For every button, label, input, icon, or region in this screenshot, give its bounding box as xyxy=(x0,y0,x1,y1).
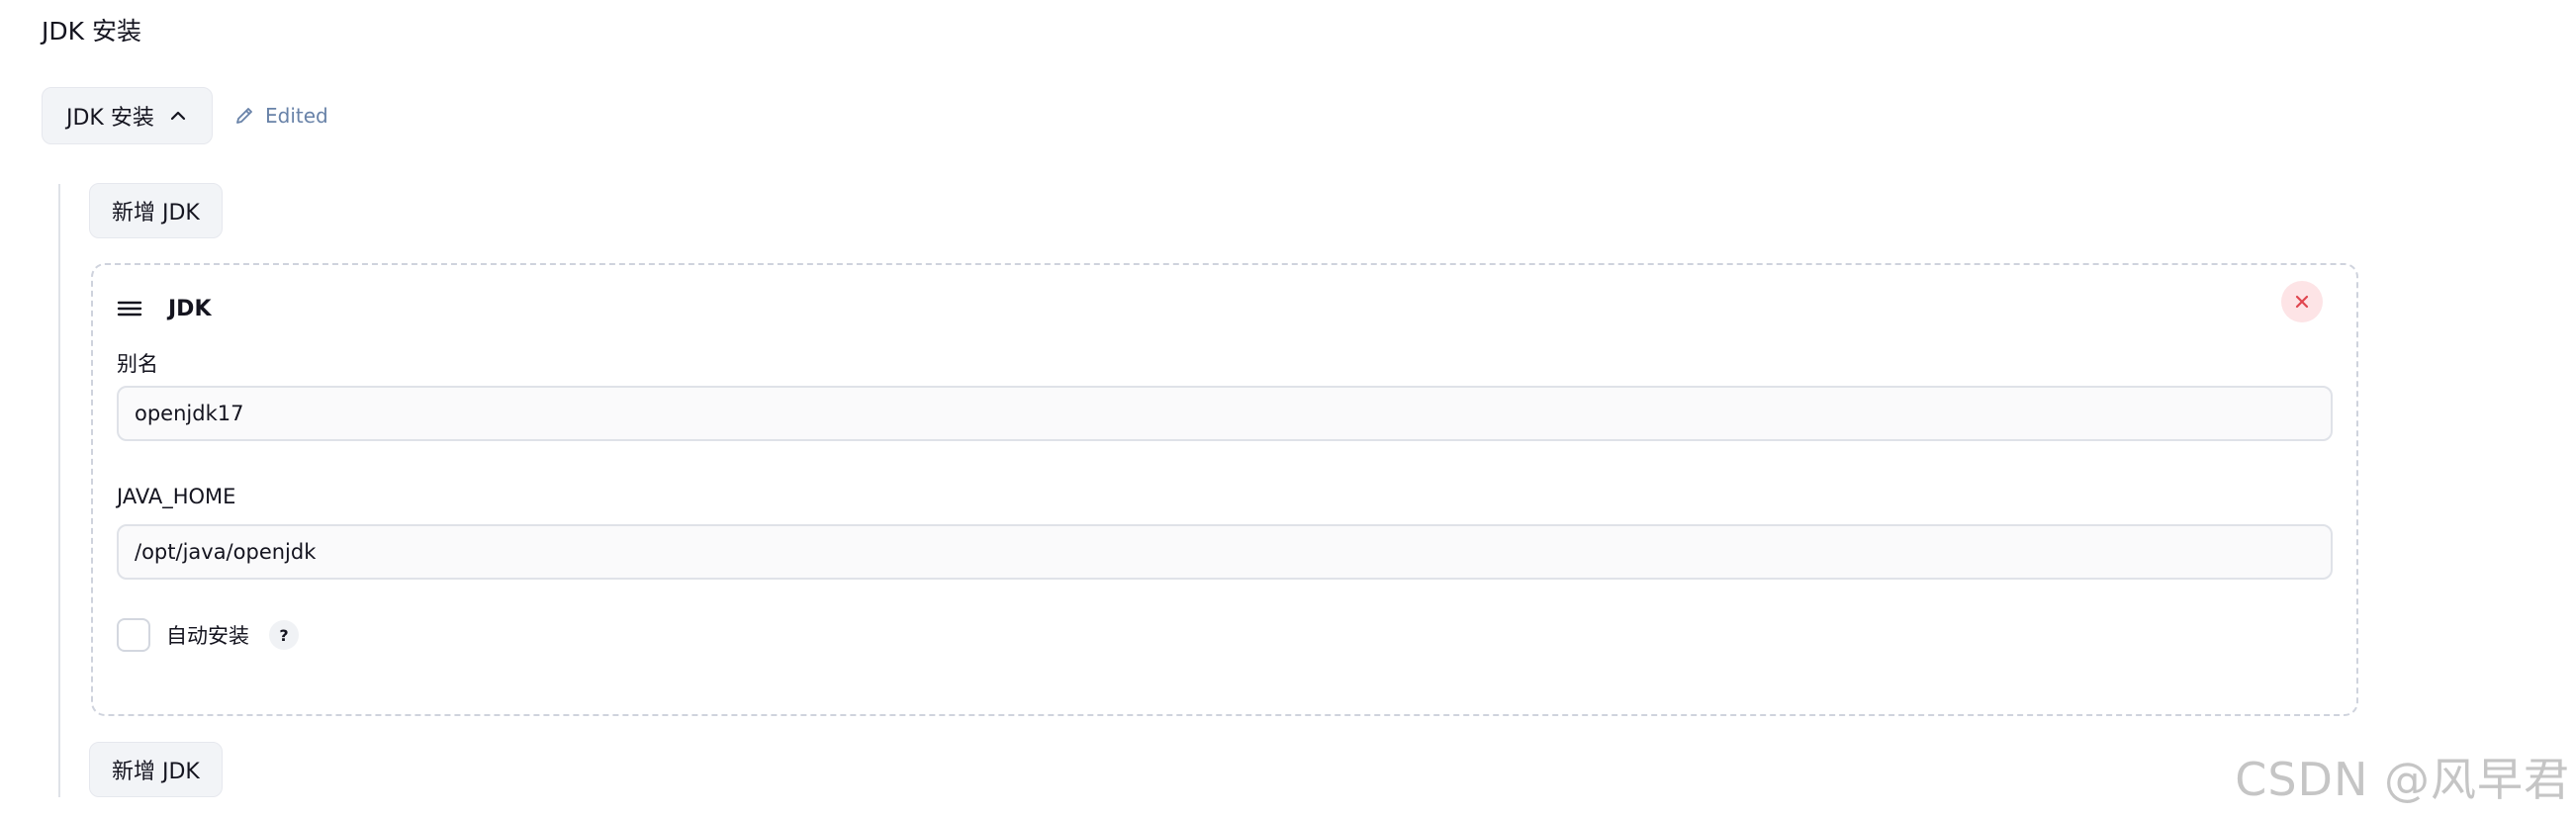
jdk-card: JDK 别名 JAVA_HOME 自动安装 ? xyxy=(91,263,2358,716)
auto-install-checkbox[interactable] xyxy=(117,618,150,652)
section-title: JDK 安装 xyxy=(42,17,141,45)
auto-install-label[interactable]: 自动安装 xyxy=(166,620,249,650)
add-jdk-button[interactable]: 新增 JDK xyxy=(89,183,223,238)
card-header: JDK xyxy=(117,289,212,328)
add-jdk-button-bottom[interactable]: 新增 JDK xyxy=(89,742,223,797)
delete-jdk-button[interactable] xyxy=(2281,281,2323,322)
help-button[interactable]: ? xyxy=(269,620,299,650)
alias-label: 别名 xyxy=(117,352,158,376)
java-home-input[interactable] xyxy=(117,524,2333,580)
close-icon xyxy=(2295,295,2309,309)
chevron-up-icon xyxy=(170,111,185,121)
pencil-icon xyxy=(236,108,252,124)
auto-install-row: 自动安装 ? xyxy=(117,617,299,653)
edited-status: Edited xyxy=(233,101,328,131)
card-title: JDK xyxy=(168,296,212,321)
tree-connector-line xyxy=(58,184,60,797)
jdk-installations-page: JDK 安装 JDK 安装 Edited 新增 JDK JDK 别名 openj… xyxy=(0,0,2576,816)
jdk-install-toggle-button[interactable]: JDK 安装 xyxy=(42,87,213,144)
toggle-label: JDK 安装 xyxy=(66,106,154,131)
java-home-label: JAVA_HOME xyxy=(117,485,236,508)
edited-label: Edited xyxy=(265,104,328,128)
watermark: CSDN @风早君 xyxy=(2235,753,2570,806)
alias-input[interactable] xyxy=(117,386,2333,441)
drag-handle-icon[interactable] xyxy=(117,296,142,321)
